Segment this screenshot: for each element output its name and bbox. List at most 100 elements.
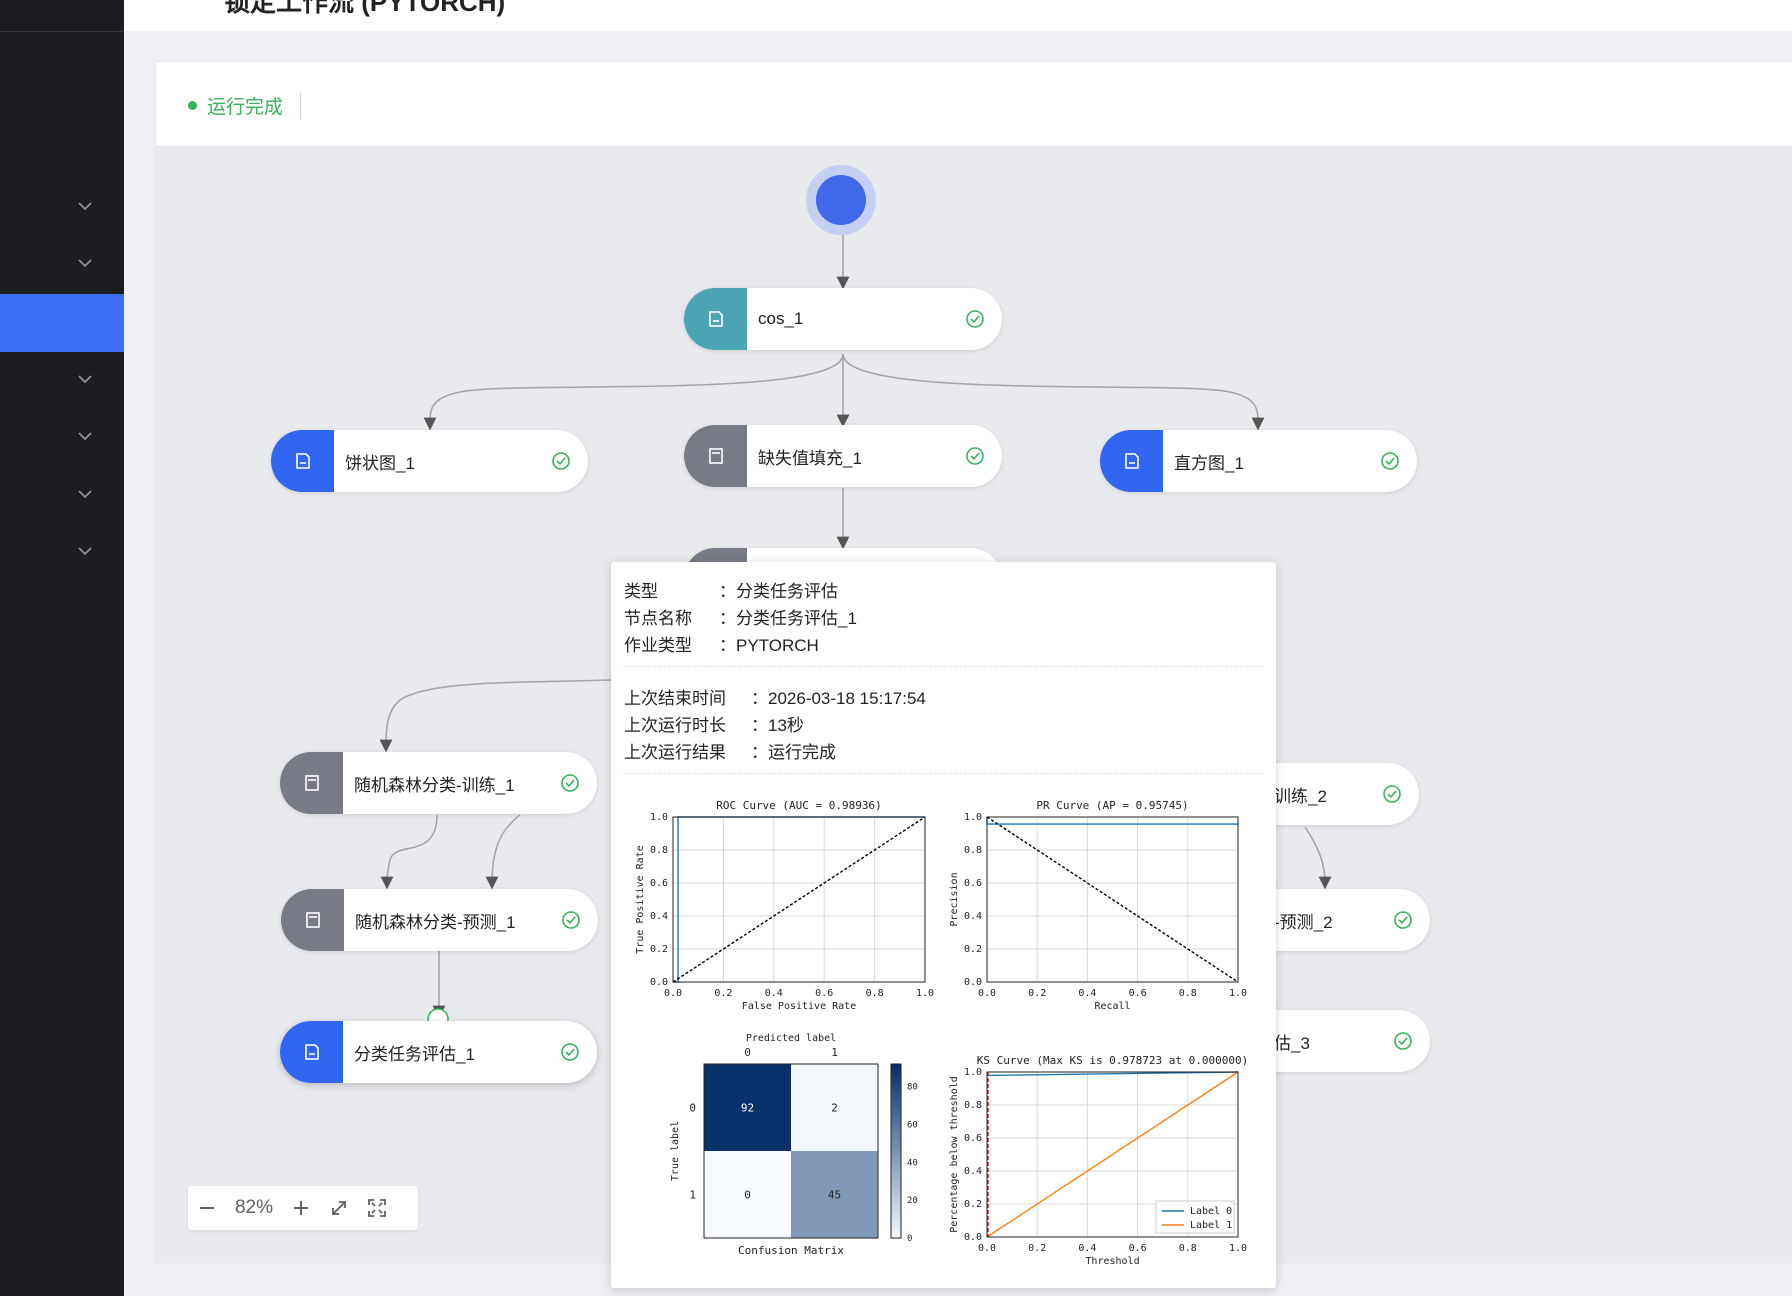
colorbar-segment — [891, 1224, 901, 1230]
zoom-out-button[interactable] — [188, 1186, 226, 1230]
evaluation-charts: 0.0 0.2 0.4 0.6 0.8 1.0 0.0 0.2 0.4 0.6 0.8 1.0 ROC … — [635, 799, 1249, 1267]
node-label: 缺失值填充_1 — [758, 448, 862, 468]
colorbar-segment — [891, 1137, 901, 1143]
y-axis-label: True label — [670, 1121, 681, 1181]
start-node[interactable] — [806, 165, 876, 235]
colorbar-segment — [891, 1151, 901, 1156]
success-check-icon — [562, 911, 580, 929]
colorbar-segment — [891, 1072, 901, 1078]
chart-title: PR Curve (AP = 0.95745) — [1036, 799, 1188, 812]
x-tick-label: 1.0 — [1229, 988, 1247, 999]
colorbar-tick: 20 — [907, 1196, 918, 1206]
colorbar-segment — [891, 1142, 901, 1148]
node-detail-tooltip: 类型 ：分类任务评估 节点名称 ：分类任务评估_1 作业类型 ：PYTORCH 上次结… — [611, 562, 1276, 1288]
colorbar-segment — [891, 1068, 901, 1074]
colorbar-segment — [891, 1133, 901, 1139]
x-tick-label: 0.6 — [1129, 988, 1147, 999]
document-icon — [304, 1044, 319, 1060]
colorbar-segment — [891, 1116, 901, 1122]
y-tick-label: 0.0 — [964, 977, 982, 988]
document-icon — [1124, 453, 1139, 469]
node-type-icon — [684, 288, 747, 350]
edge-train-pred-b — [485, 814, 521, 890]
node-rf-pred-1[interactable]: 随机森林分类-预测_1 — [281, 889, 598, 951]
calculator-icon — [708, 448, 723, 464]
y-axis-label: True Positive Rate — [635, 845, 646, 953]
colorbar-segment — [891, 1211, 901, 1217]
y-tick-label: 1.0 — [964, 1067, 982, 1078]
x-axis-label: Recall — [1094, 1001, 1130, 1012]
chart-title: KS Curve (Max KS is 0.978723 at 0.000000… — [977, 1054, 1249, 1067]
x-tick-label: 0 — [744, 1046, 751, 1059]
y-tick-label: 1.0 — [964, 812, 982, 823]
edge-train2-pred2 — [1304, 826, 1332, 890]
colorbar-tick: 40 — [907, 1158, 918, 1168]
colorbar-segment — [891, 1207, 901, 1213]
node-label: 直方图_1 — [1174, 453, 1244, 473]
zoom-in-button[interactable] — [282, 1186, 320, 1230]
node-type-icon — [684, 425, 747, 487]
node-label: 随机森林分类-训练_1 — [354, 775, 515, 795]
y-tick-label: 0.8 — [964, 845, 982, 856]
x-tick-label: 1.0 — [1229, 1243, 1247, 1254]
y-tick-label: 0.2 — [964, 944, 982, 955]
y-tick-label: 0.4 — [964, 911, 982, 922]
node-label: 估_3 — [1274, 1033, 1310, 1053]
node-rf-train-1[interactable]: 随机森林分类-训练_1 — [280, 752, 597, 814]
cell-value: 45 — [828, 1189, 841, 1202]
fit-view-button[interactable] — [320, 1186, 358, 1230]
cell-value: 0 — [744, 1189, 751, 1202]
success-check-icon — [966, 310, 984, 328]
colorbar-segment — [891, 1203, 901, 1209]
x-tick-label: 0.8 — [866, 988, 884, 999]
x-tick-label: 0.4 — [765, 988, 783, 999]
success-check-icon — [1394, 1032, 1412, 1050]
colorbar-segment — [891, 1168, 901, 1174]
fullscreen-button[interactable] — [358, 1186, 396, 1230]
minus-icon — [200, 1207, 214, 1209]
colorbar-segment — [891, 1177, 901, 1182]
x-tick-label: 0.2 — [1028, 988, 1046, 999]
node-cos[interactable]: cos_1 — [684, 288, 1002, 350]
y-tick-label: 0 — [689, 1102, 696, 1115]
colorbar-tick: 0 — [907, 1234, 912, 1244]
node-label: 分类任务评估_1 — [354, 1044, 475, 1064]
y-tick-label: 0.8 — [964, 1100, 982, 1111]
series-line — [986, 817, 1238, 825]
node-type-icon — [280, 1021, 343, 1083]
x-tick-label: 0.8 — [1179, 988, 1197, 999]
node-hist[interactable]: 直方图_1 — [1100, 430, 1417, 492]
x-tick-label: 1 — [831, 1046, 838, 1059]
x-tick-label: 0.4 — [1078, 1243, 1096, 1254]
document-icon — [295, 453, 310, 469]
colorbar-segment — [891, 1064, 901, 1069]
plus-icon — [294, 1201, 308, 1215]
x-tick-label: 0.6 — [815, 988, 833, 999]
node-fillna[interactable]: 缺失值填充_1 — [684, 425, 1002, 487]
y-tick-label: 0.4 — [964, 1166, 982, 1177]
fullscreen-icon — [368, 1199, 386, 1217]
node-pie[interactable]: 饼状图_1 — [271, 430, 588, 492]
x-tick-label: 0.0 — [664, 988, 682, 999]
success-check-icon — [552, 452, 570, 470]
x-tick-label: 0.2 — [714, 988, 732, 999]
success-check-icon — [561, 1043, 579, 1061]
y-tick-label: 0.6 — [650, 878, 668, 889]
x-tick-label: 0.6 — [1129, 1243, 1147, 1254]
node-eval-1[interactable]: 分类任务评估_1 — [280, 1021, 597, 1083]
colorbar-segment — [891, 1098, 901, 1104]
colorbar-segment — [891, 1194, 901, 1200]
x-tick-label: 0.2 — [1028, 1243, 1046, 1254]
x-axis-label: False Positive Rate — [742, 1001, 856, 1012]
colorbar-segment — [891, 1085, 901, 1091]
colorbar-segment — [891, 1090, 901, 1095]
node-label: -预测_2 — [1274, 912, 1333, 932]
colorbar-segment — [891, 1220, 901, 1226]
chart-title: ROC Curve (AUC = 0.98936) — [716, 799, 882, 812]
y-axis-label: Precision — [949, 872, 960, 926]
success-check-icon — [1394, 911, 1412, 929]
series-line — [672, 816, 926, 983]
edge-train-pred-a — [380, 814, 438, 890]
colorbar-segment — [891, 1129, 901, 1135]
colorbar-segment — [891, 1111, 901, 1117]
